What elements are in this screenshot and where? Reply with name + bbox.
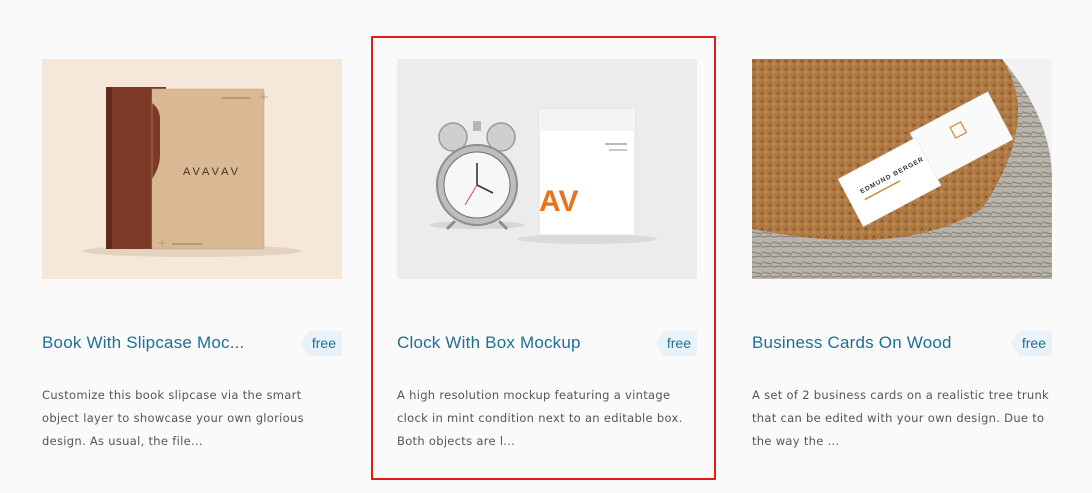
card-title-row: Business Cards On Wood free [752,331,1052,357]
card-description: Customize this book slipcase via the sma… [42,388,304,448]
card-description: A high resolution mockup featuring a vin… [397,388,683,448]
card-title-link[interactable]: Book With Slipcase Moc... [42,333,282,353]
mockup-card-business-cards[interactable]: EDMUND BERGER Business Cards On Wood fre… [752,59,1052,453]
thumbnail-clock-box[interactable]: AV [397,59,697,279]
book-cover-text: AVAVAV [183,166,241,178]
card-title-link[interactable]: Business Cards On Wood [752,333,992,353]
price-badge: free [300,331,342,356]
card-title-row: Book With Slipcase Moc... free [42,331,342,357]
price-badge: free [1010,331,1052,356]
price-badge: free [655,331,697,356]
thumbnail-business-cards[interactable]: EDMUND BERGER [752,59,1052,279]
business-cards-image: EDMUND BERGER [752,59,1052,279]
box-logo-text: AV [539,185,578,218]
mockup-grid: AVAVAV Book With Slipcase Moc... free Cu… [0,0,1092,493]
mockup-card-book-slipcase[interactable]: AVAVAV Book With Slipcase Moc... free Cu… [42,59,342,453]
card-title-link[interactable]: Clock With Box Mockup [397,333,637,353]
book-slipcase-image: AVAVAV [42,59,342,279]
card-description: A set of 2 business cards on a realistic… [752,388,1049,448]
thumbnail-book-slipcase[interactable]: AVAVAV [42,59,342,279]
clock-box-image: AV [397,59,697,279]
card-title-row: Clock With Box Mockup free [397,331,697,357]
mockup-card-clock-box[interactable]: AV Clock With Box Mockup free A high res… [397,59,697,453]
